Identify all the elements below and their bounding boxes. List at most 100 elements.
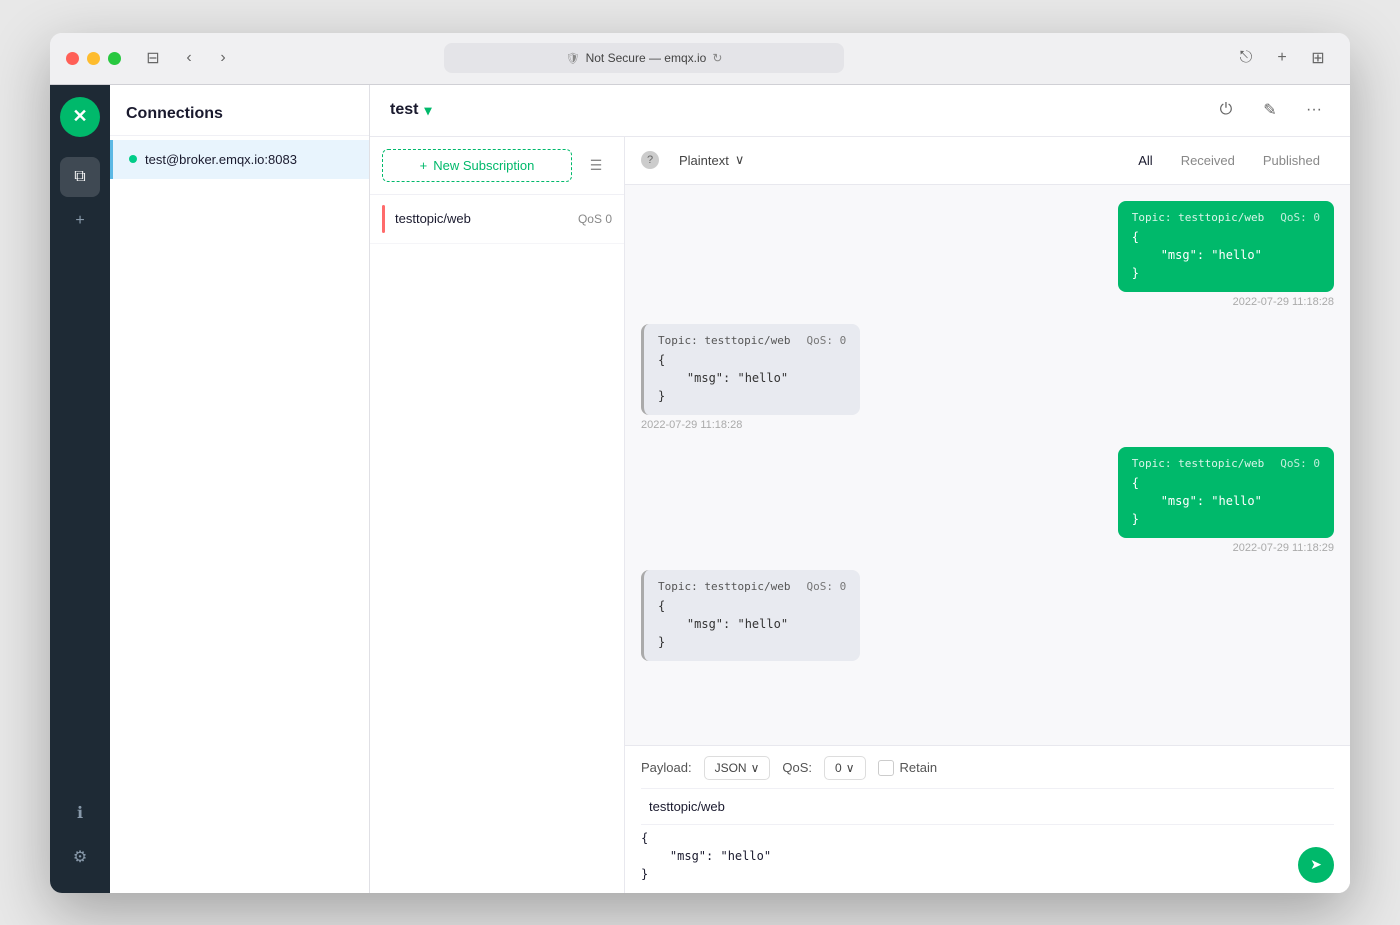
received-header-2: Topic: testtopic/web QoS: 0 bbox=[658, 580, 846, 593]
message-filter-tabs: All Received Published bbox=[1124, 147, 1334, 174]
logo-icon: ✕ bbox=[72, 106, 87, 127]
message-sent-1: Topic: testtopic/web QoS: 0 { "msg": "he… bbox=[1118, 201, 1334, 308]
sidebar-toggle-button[interactable]: ⊟ bbox=[137, 44, 169, 72]
payload-input[interactable]: { "msg": "hello" } bbox=[641, 829, 1334, 883]
plaintext-label: Plaintext bbox=[679, 153, 729, 168]
input-area: Payload: JSON ∨ QoS: 0 ∨ bbox=[625, 745, 1350, 893]
settings-icon: ⚙ bbox=[73, 847, 87, 867]
grid-button[interactable]: ⊞ bbox=[1302, 44, 1334, 72]
input-bottom: { "msg": "hello" } ➤ bbox=[641, 829, 1334, 883]
sent-header-1: Topic: testtopic/web QoS: 0 bbox=[1132, 211, 1320, 224]
share-button[interactable]: ⎋ bbox=[1230, 44, 1262, 72]
app-window: ⊟ ‹ › 🛡 Not Secure — emqx.io ↻ ⎋ + ⊞ ✕ ⧉ bbox=[50, 33, 1350, 893]
connections-icon: ⧉ bbox=[74, 168, 85, 186]
sent-qos-1: QoS: 0 bbox=[1280, 211, 1320, 224]
address-bar[interactable]: 🛡 Not Secure — emqx.io ↻ bbox=[444, 43, 844, 73]
titlebar-right-actions: ⎋ + ⊞ bbox=[1230, 44, 1334, 72]
received-topic-2: Topic: testtopic/web bbox=[658, 580, 790, 593]
tab-published[interactable]: Published bbox=[1249, 147, 1334, 174]
titlebar: ⊟ ‹ › 🛡 Not Secure — emqx.io ↻ ⎋ + ⊞ bbox=[50, 33, 1350, 85]
plaintext-dropdown[interactable]: Plaintext ∨ bbox=[671, 148, 752, 172]
sent-topic-1: Topic: testtopic/web bbox=[1132, 211, 1264, 224]
payload-format-arrow: ∨ bbox=[751, 761, 760, 775]
sent-body-2: { "msg": "hello" } bbox=[1132, 474, 1320, 528]
sent-body-1: { "msg": "hello" } bbox=[1132, 228, 1320, 282]
sent-header-2: Topic: testtopic/web QoS: 0 bbox=[1132, 457, 1320, 470]
question-mark: ? bbox=[647, 154, 653, 166]
received-bubble-1: Topic: testtopic/web QoS: 0 { "msg": "he… bbox=[641, 324, 860, 415]
sidebar-item-connections[interactable]: ⧉ bbox=[60, 157, 100, 197]
new-tab-button[interactable]: + bbox=[1266, 44, 1298, 72]
app-logo[interactable]: ✕ bbox=[60, 97, 100, 137]
input-divider bbox=[641, 788, 1334, 789]
more-options-button[interactable]: ··· bbox=[1298, 94, 1330, 126]
received-timestamp-1: 2022-07-29 11:18:28 bbox=[641, 419, 860, 431]
sidebar-nav: ✕ ⧉ + ℹ ⚙ bbox=[50, 85, 110, 893]
qos-value: 0 bbox=[835, 761, 842, 775]
close-button[interactable] bbox=[66, 52, 79, 65]
qos-arrow: ∨ bbox=[846, 761, 855, 775]
message-sent-2: Topic: testtopic/web QoS: 0 { "msg": "he… bbox=[1118, 447, 1334, 554]
sent-qos-2: QoS: 0 bbox=[1280, 457, 1320, 470]
received-body-1: { "msg": "hello" } bbox=[658, 351, 846, 405]
retain-option[interactable]: Retain bbox=[878, 760, 938, 776]
content-title: test ▾ bbox=[390, 101, 431, 119]
received-qos-1: QoS: 0 bbox=[806, 334, 846, 347]
content-area: test ▾ ⏻ ✎ ··· + New Subscription bbox=[370, 85, 1350, 893]
new-subscription-label: New Subscription bbox=[433, 158, 534, 173]
messages-pane: ? Plaintext ∨ All Received Published bbox=[625, 137, 1350, 893]
back-button[interactable]: ‹ bbox=[173, 44, 205, 72]
subscription-qos: QoS 0 bbox=[578, 212, 612, 226]
subscriptions-header: + New Subscription ☰ bbox=[370, 137, 624, 195]
send-button[interactable]: ➤ bbox=[1298, 847, 1334, 883]
plus-icon: + bbox=[420, 158, 428, 173]
title-dropdown-icon[interactable]: ▾ bbox=[424, 102, 431, 119]
sent-bubble-2: Topic: testtopic/web QoS: 0 { "msg": "he… bbox=[1118, 447, 1334, 538]
payload-format-select[interactable]: JSON ∨ bbox=[704, 756, 771, 780]
sidebar-item-settings[interactable]: ⚙ bbox=[60, 837, 100, 877]
sent-topic-2: Topic: testtopic/web bbox=[1132, 457, 1264, 470]
new-subscription-button[interactable]: + New Subscription bbox=[382, 149, 572, 182]
connection-item[interactable]: test@broker.emqx.io:8083 bbox=[110, 140, 369, 179]
message-received-2: Topic: testtopic/web QoS: 0 { "msg": "he… bbox=[641, 570, 860, 661]
filter-button[interactable]: ☰ bbox=[580, 149, 612, 181]
nav-buttons: ‹ › bbox=[173, 44, 239, 72]
forward-button[interactable]: › bbox=[207, 44, 239, 72]
received-header-1: Topic: testtopic/web QoS: 0 bbox=[658, 334, 846, 347]
messages-list: Topic: testtopic/web QoS: 0 { "msg": "he… bbox=[625, 185, 1350, 745]
main-layout: ✕ ⧉ + ℹ ⚙ Connections test@broker.emqx.i… bbox=[50, 85, 1350, 893]
received-topic-1: Topic: testtopic/web bbox=[658, 334, 790, 347]
content-header: test ▾ ⏻ ✎ ··· bbox=[370, 85, 1350, 137]
help-icon: ? bbox=[641, 151, 659, 169]
qos-label: QoS: bbox=[782, 760, 812, 775]
input-divider-2 bbox=[641, 824, 1334, 825]
add-icon: + bbox=[75, 212, 84, 230]
retain-checkbox[interactable] bbox=[878, 760, 894, 776]
power-button[interactable]: ⏻ bbox=[1210, 94, 1242, 126]
subscriptions-pane: + New Subscription ☰ testtopic/web QoS 0 bbox=[370, 137, 625, 893]
edit-button[interactable]: ✎ bbox=[1254, 94, 1286, 126]
qos-select[interactable]: 0 ∨ bbox=[824, 756, 865, 780]
sent-timestamp-2: 2022-07-29 11:18:29 bbox=[1118, 542, 1334, 554]
received-bubble-2: Topic: testtopic/web QoS: 0 { "msg": "he… bbox=[641, 570, 860, 661]
sent-timestamp-1: 2022-07-29 11:18:28 bbox=[1118, 296, 1334, 308]
connections-header: Connections bbox=[110, 85, 369, 136]
tab-all[interactable]: All bbox=[1124, 147, 1166, 174]
received-body-2: { "msg": "hello" } bbox=[658, 597, 846, 651]
topic-input[interactable] bbox=[641, 793, 1334, 820]
plaintext-dropdown-icon: ∨ bbox=[735, 152, 745, 168]
subscription-item[interactable]: testtopic/web QoS 0 bbox=[370, 195, 624, 244]
connections-panel: Connections test@broker.emqx.io:8083 bbox=[110, 85, 370, 893]
fullscreen-button[interactable] bbox=[108, 52, 121, 65]
sent-bubble-1: Topic: testtopic/web QoS: 0 { "msg": "he… bbox=[1118, 201, 1334, 292]
sidebar-item-info[interactable]: ℹ bbox=[60, 793, 100, 833]
connection-status-dot bbox=[129, 155, 137, 163]
send-icon: ➤ bbox=[1310, 856, 1322, 873]
minimize-button[interactable] bbox=[87, 52, 100, 65]
messages-header: ? Plaintext ∨ All Received Published bbox=[625, 137, 1350, 185]
message-received-1: Topic: testtopic/web QoS: 0 { "msg": "he… bbox=[641, 324, 860, 431]
refresh-icon[interactable]: ↻ bbox=[712, 51, 722, 65]
tab-received[interactable]: Received bbox=[1167, 147, 1249, 174]
sidebar-item-add[interactable]: + bbox=[60, 201, 100, 241]
subscription-topic: testtopic/web bbox=[395, 211, 578, 226]
